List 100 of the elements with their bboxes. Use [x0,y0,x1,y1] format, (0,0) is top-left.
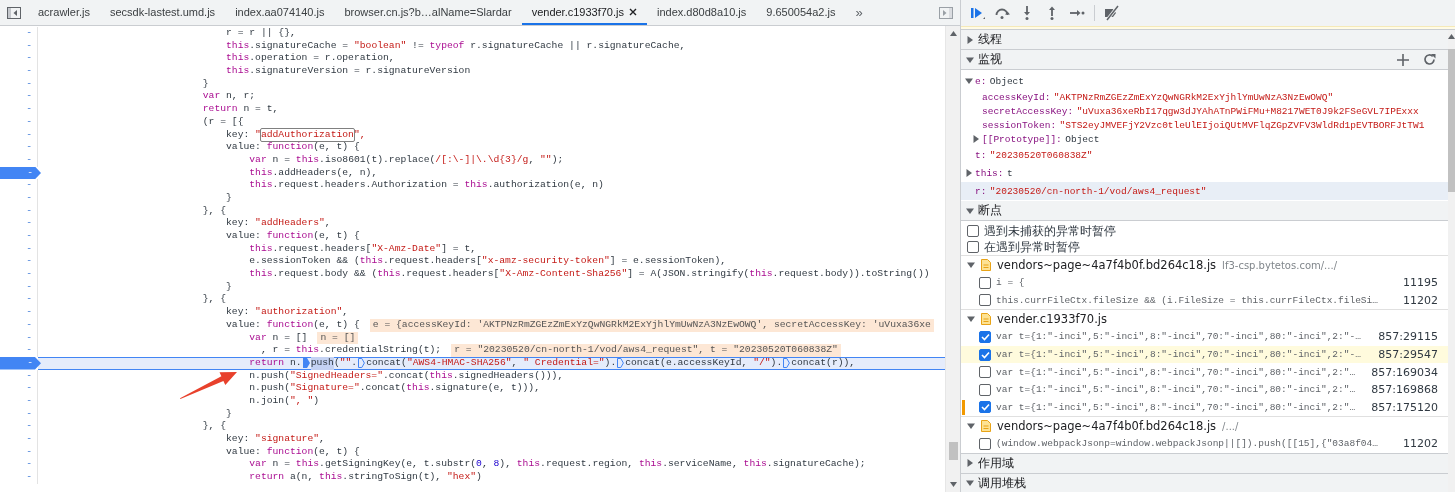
file-icon [981,420,991,433]
scrollbar-thumb[interactable] [1448,49,1455,192]
line-number: - [0,331,38,345]
line-number: - [0,293,38,307]
scrollbar-thumb[interactable] [949,442,958,460]
scroll-up-icon[interactable] [1448,34,1455,39]
checkbox[interactable] [979,401,991,414]
breakpoint-row[interactable]: var t={1:"-inci",5:"-inci",8:"-inci",70:"-inci",80:"-inci",2:"… 857:175120 [961,398,1448,417]
breakpoint-row[interactable]: var t={1:"-inci",5:"-inci",8:"-inci",70:"-inci",80:"-inci",2:"-… 857:29115 [961,328,1448,346]
breakpoint-row[interactable]: var t={1:"-inci",5:"-inci",8:"-inci",70:"-inci",80:"-inci",2:"-… 857:29547 [961,345,1448,364]
scroll-up-icon[interactable] [949,31,957,36]
collapse-triangle-icon[interactable] [966,35,974,44]
checkbox[interactable] [979,383,991,396]
code-line: this.signatureVersion = r.signatureVersion [226,65,471,78]
expand-triangle-icon[interactable] [966,479,974,488]
scrollbar[interactable] [945,26,960,492]
checkbox[interactable] [967,225,979,237]
breakpoint-row[interactable]: i = { 11195 [961,274,1448,292]
expand-triangle-icon[interactable] [966,55,974,64]
breakpoint-code: i = { [996,277,1026,289]
navigator-toggle-icon[interactable] [7,6,21,19]
line-number: - [0,141,38,154]
inline-value: r = "20230520/cn-north-1/vod/aws4_request", t = "20230520T060838Z" [451,344,841,357]
line-number: - [0,445,38,459]
watch-row[interactable]: e: Object [961,72,1448,90]
line-number: - [0,242,38,256]
collapse-triangle-icon[interactable] [972,135,980,143]
checkbox[interactable] [979,348,991,361]
checkbox[interactable] [979,294,991,307]
code-line: } [226,407,232,421]
scrollbar[interactable] [1448,30,1455,492]
section-header[interactable]: 作用域 [961,453,1448,474]
line-number: - [0,394,38,408]
breakpoint-row[interactable]: this.currFileCtx.fileSize && (i.FileSize = this.currFileCtx.fileSi… 11202 [961,291,1448,310]
checkbox[interactable] [979,331,991,343]
watch-row[interactable]: this: t [961,164,1448,182]
add-icon[interactable] [1397,53,1409,66]
code-line: value: function(e, t) { [226,230,360,243]
breakpoint-row[interactable]: (window.webpackJsonp=window.webpackJsonp||[]).push([[15],{"03a8f04… 11202 [961,435,1448,453]
inline-breakpoint-icon[interactable] [617,358,625,369]
breakpoint-marker[interactable]: - [0,166,41,180]
checkbox[interactable] [979,437,991,450]
deactivate-breakpoints-icon[interactable] [1104,5,1120,21]
line-number: - [0,115,38,129]
resume-icon[interactable] [969,5,985,21]
watch-row[interactable]: accessKeyId: "AKTPNzRmZGEzZmExYzQwNGRkM2ExYjhlYmUwNzA3NzEwOWQ" [961,90,1448,104]
checkbox[interactable] [979,276,991,289]
watch-row[interactable]: secretAccessKey: "uVuxa36xeRbI17qgw3dJYAhATnPWiFMu+M8217WET0J9k2FSeGVL7IPExxx [961,104,1448,118]
watch-row[interactable]: t: "20230520T060838Z" [961,146,1448,164]
file-tab[interactable]: secsdk-lastest.umd.js [99,0,226,25]
checkbox-label: 在遇到异常时暂停 [984,239,1080,255]
line-number: - [0,217,38,230]
watch-row[interactable]: [[Prototype]]: Object [961,132,1448,146]
file-name[interactable]: vendors~page~4a7f4b0f.bd264c18.js [997,258,1217,272]
condition-marker [962,399,965,416]
section-header[interactable]: 监视 [961,50,1448,70]
code-line: } [202,77,209,91]
inline-breakpoint-icon[interactable] [358,358,366,369]
breakpoint-marker[interactable]: - [0,356,41,370]
close-icon[interactable] [629,7,637,16]
file-name[interactable]: vender.c1933f70.js [997,312,1107,327]
expand-triangle-icon[interactable] [967,315,975,324]
sidebar-toggle-icon[interactable] [939,6,953,19]
breakpoint-code: (window.webpackJsonp=window.webpackJsonp||[]).push([[15],{"03a8f04… [996,438,1379,450]
line-number: 857:169034 [1371,365,1438,379]
file-tab[interactable]: browser.cn.js?b…alName=Slardar [334,0,522,25]
watch-entry: t: "20230520T060838Z" [975,149,1093,161]
watch-row[interactable]: sessionToken: "STS2eyJMVEFjY2Vzc0tleUlEIjoiQUtMVFlqZGpZVFV3WldRd1pEVTBORFJtTW1 [961,118,1448,132]
watch-entry: this: t [975,167,1013,179]
collapse-triangle-icon[interactable] [966,459,974,468]
code-line: , r = this.credentialString(t); [260,344,442,357]
expand-triangle-icon[interactable] [965,77,973,85]
annotation-arrow [180,372,237,399]
section-header[interactable]: 断点 [961,201,1448,221]
refresh-icon[interactable] [1423,53,1436,66]
inline-breakpoint-icon[interactable] [783,358,791,369]
watch-row[interactable]: r: "20230520/cn-north-1/vod/aws4_request" [961,182,1448,200]
checkbox[interactable] [967,241,979,253]
line-number: - [0,382,38,395]
file-tab[interactable]: 9.650054a2.js [756,0,846,25]
line-number: - [0,471,38,484]
more-tabs-button[interactable]: » [845,0,873,25]
collapse-triangle-icon[interactable] [965,169,973,177]
scroll-down-icon[interactable] [949,482,957,487]
section-header[interactable]: 线程 [961,30,1448,50]
file-name[interactable]: vendors~page~4a7f4b0f.bd264c18.js [997,419,1217,434]
file-icon [981,313,991,326]
code-line: this.request.headers.Authorization = this.authorization(e, n) [249,179,604,192]
expand-triangle-icon[interactable] [967,422,975,431]
checkbox[interactable] [979,366,991,379]
search-match: addAuthorization [260,128,354,142]
code-line: n.push("Signature=".concat(this.signature(e, t))), [249,382,540,395]
expand-triangle-icon[interactable] [967,261,975,269]
breakpoint-row[interactable]: var t={1:"-inci",5:"-inci",8:"-inci",70:"-inci",80:"-inci",2:"… 857:169034 [961,363,1448,381]
file-tab[interactable]: acrawler.js [28,0,100,25]
file-tab[interactable]: index.aa074140.js [225,0,335,25]
expand-triangle-icon[interactable] [966,206,974,215]
line-number: - [0,39,38,53]
breakpoint-row[interactable]: var t={1:"-inci",5:"-inci",8:"-inci",70:"-inci",80:"-inci",2:"… 857:169868 [961,380,1448,399]
file-tab[interactable]: index.d80d8a10.js [647,0,757,25]
